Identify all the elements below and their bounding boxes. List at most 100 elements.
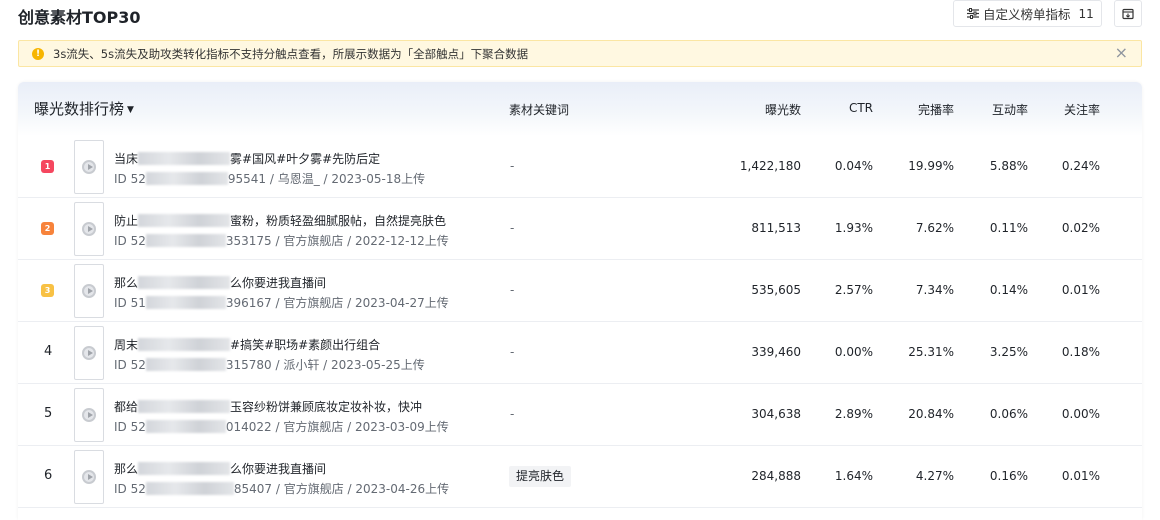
material-meta: ID 52 85407 / 官方旗舰店 / 2023-04-26上传 — [114, 482, 450, 496]
caret-down-icon: ▼ — [127, 105, 134, 115]
redacted-blur — [145, 482, 234, 495]
column-header-interaction[interactable]: 互动率 — [992, 101, 1028, 118]
completion-cell: 4.27% — [915, 469, 954, 483]
column-header-completion[interactable]: 完播率 — [918, 101, 954, 118]
column-header-ctr[interactable]: CTR — [849, 101, 873, 115]
interaction-cell: 3.25% — [989, 345, 1028, 359]
ranking-title: 曝光数排行榜 — [34, 100, 125, 118]
keyword-cell: - — [510, 283, 515, 297]
play-icon — [82, 222, 96, 236]
material-meta: ID 52 014022 / 官方旗舰店 / 2023-03-09上传 — [114, 420, 449, 434]
exposure-cell: 535,605 — [751, 283, 801, 297]
follow-cell: 0.01% — [1061, 283, 1100, 297]
material-meta: ID 52 315780 / 派小轩 / 2023-05-25上传 — [114, 358, 425, 372]
exposure-cell: 1,422,180 — [739, 159, 801, 173]
ranking-dropdown[interactable]: 曝光数排行榜 ▼ — [34, 98, 134, 119]
ctr-cell: 2.89% — [834, 407, 873, 421]
custom-metrics-label: 自定义榜单指标 — [983, 7, 1071, 22]
redacted-blur — [145, 358, 226, 371]
play-icon — [82, 346, 96, 360]
table-row[interactable]: 6 那么 么你要进我直播间 ID 52 85407 / 官方旗舰店 / 2023-0… — [18, 446, 1142, 508]
keyword-cell: - — [510, 159, 515, 173]
ranking-table: 曝光数排行榜 ▼ 素材关键词 曝光数 CTR 完播率 互动率 关注率 1 当床 雾#… — [18, 82, 1142, 520]
play-icon — [82, 408, 96, 422]
sliders-icon — [967, 8, 979, 19]
rank-badge: 2 — [41, 222, 54, 235]
follow-cell: 0.01% — [1061, 469, 1100, 483]
redacted-blur — [145, 234, 226, 247]
video-thumbnail[interactable] — [74, 264, 104, 318]
redacted-blur — [138, 338, 231, 351]
material-title[interactable]: 都给 玉容纱粉饼兼顾底妆定妆补妆，快冲 — [114, 398, 422, 415]
completion-cell: 20.84% — [908, 407, 954, 421]
redacted-blur — [138, 152, 231, 165]
material-meta: ID 52 353175 / 官方旗舰店 / 2022-12-12上传 — [114, 234, 449, 248]
column-header-follow[interactable]: 关注率 — [1064, 101, 1100, 118]
redacted-blur — [145, 172, 228, 185]
column-header-exposure[interactable]: 曝光数 — [765, 101, 801, 118]
follow-cell: 0.02% — [1061, 221, 1100, 235]
page-title: 创意素材TOP30 — [18, 8, 141, 27]
play-icon — [82, 160, 96, 174]
follow-cell: 0.00% — [1061, 407, 1100, 421]
keyword-cell: - — [510, 407, 515, 421]
completion-cell: 7.34% — [915, 283, 954, 297]
rank-number: 6 — [44, 468, 53, 483]
video-thumbnail[interactable] — [74, 388, 104, 442]
export-button[interactable] — [1114, 0, 1142, 27]
exposure-cell: 811,513 — [751, 221, 801, 235]
video-thumbnail[interactable] — [74, 140, 104, 194]
material-title[interactable]: 当床 雾#国风#叶夕雾#先防后定 — [114, 150, 380, 167]
redacted-blur — [138, 276, 231, 289]
table-row[interactable]: 1 当床 雾#国风#叶夕雾#先防后定 ID 52 95541 / 乌恩温_ / 20… — [18, 136, 1142, 198]
rank-number: 4 — [44, 344, 53, 359]
video-thumbnail[interactable] — [74, 202, 104, 256]
keyword-cell: - — [510, 345, 515, 359]
keyword-tag: 提亮肤色 — [509, 466, 572, 487]
material-title[interactable]: 防止 蜜粉，粉质轻盈细腻服帖，自然提亮肤色 — [114, 212, 446, 229]
material-meta: ID 51 396167 / 官方旗舰店 / 2023-04-27上传 — [114, 296, 449, 310]
notice-banner: ! 3s流失、5s流失及助攻类转化指标不支持分触点查看，所展示数据为「全部触点」… — [18, 40, 1142, 67]
table-row[interactable]: 5 都给 玉容纱粉饼兼顾底妆定妆补妆，快冲 ID 52 014022 / 官方旗舰店… — [18, 384, 1142, 446]
material-title[interactable]: 周末 #搞笑#职场#素颜出行组合 — [114, 336, 380, 353]
interaction-cell: 0.06% — [989, 407, 1028, 421]
rank-badge: 3 — [41, 284, 54, 297]
ctr-cell: 1.64% — [834, 469, 873, 483]
completion-cell: 19.99% — [908, 159, 954, 173]
video-thumbnail[interactable] — [74, 450, 104, 504]
exposure-cell: 339,460 — [751, 345, 801, 359]
follow-cell: 0.18% — [1061, 345, 1100, 359]
table-row[interactable]: 2 防止 蜜粉，粉质轻盈细腻服帖，自然提亮肤色 ID 52 353175 / 官方旗… — [18, 198, 1142, 260]
material-title[interactable]: 那么 么你要进我直播间 — [114, 274, 326, 291]
table-header: 曝光数排行榜 ▼ 素材关键词 曝光数 CTR 完播率 互动率 关注率 — [18, 82, 1142, 136]
ctr-cell: 0.00% — [834, 345, 873, 359]
download-box-icon — [1122, 8, 1134, 19]
exposure-cell: 304,638 — [751, 407, 801, 421]
keyword-cell: - — [510, 221, 515, 235]
warning-icon: ! — [32, 47, 44, 60]
ctr-cell: 1.93% — [834, 221, 873, 235]
follow-cell: 0.24% — [1061, 159, 1100, 173]
redacted-blur — [138, 400, 231, 413]
ctr-cell: 2.57% — [834, 283, 873, 297]
redacted-blur — [138, 462, 231, 475]
redacted-blur — [138, 214, 231, 227]
play-icon — [82, 284, 96, 298]
rank-badge: 1 — [41, 160, 54, 173]
table-row[interactable]: 3 那么 么你要进我直播间 ID 51 396167 / 官方旗舰店 / 2023-… — [18, 260, 1142, 322]
exposure-cell: 284,888 — [751, 469, 801, 483]
video-thumbnail[interactable] — [74, 326, 104, 380]
rank-number: 5 — [44, 406, 53, 421]
material-meta: ID 52 95541 / 乌恩温_ / 2023-05-18上传 — [114, 172, 426, 186]
interaction-cell: 0.11% — [989, 221, 1028, 235]
table-row[interactable]: 4 周末 #搞笑#职场#素颜出行组合 ID 52 315780 / 派小轩 / 20… — [18, 322, 1142, 384]
material-title[interactable]: 那么 么你要进我直播间 — [114, 460, 326, 477]
custom-metrics-button[interactable]: 自定义榜单指标 11 — [953, 0, 1102, 27]
notice-text: 3s流失、5s流失及助攻类转化指标不支持分触点查看，所展示数据为「全部触点」下聚… — [53, 46, 529, 61]
completion-cell: 25.31% — [908, 345, 954, 359]
redacted-blur — [145, 420, 226, 433]
close-icon[interactable]: × — [1115, 45, 1128, 61]
redacted-blur — [145, 296, 226, 309]
interaction-cell: 0.16% — [989, 469, 1028, 483]
interaction-cell: 0.14% — [989, 283, 1028, 297]
